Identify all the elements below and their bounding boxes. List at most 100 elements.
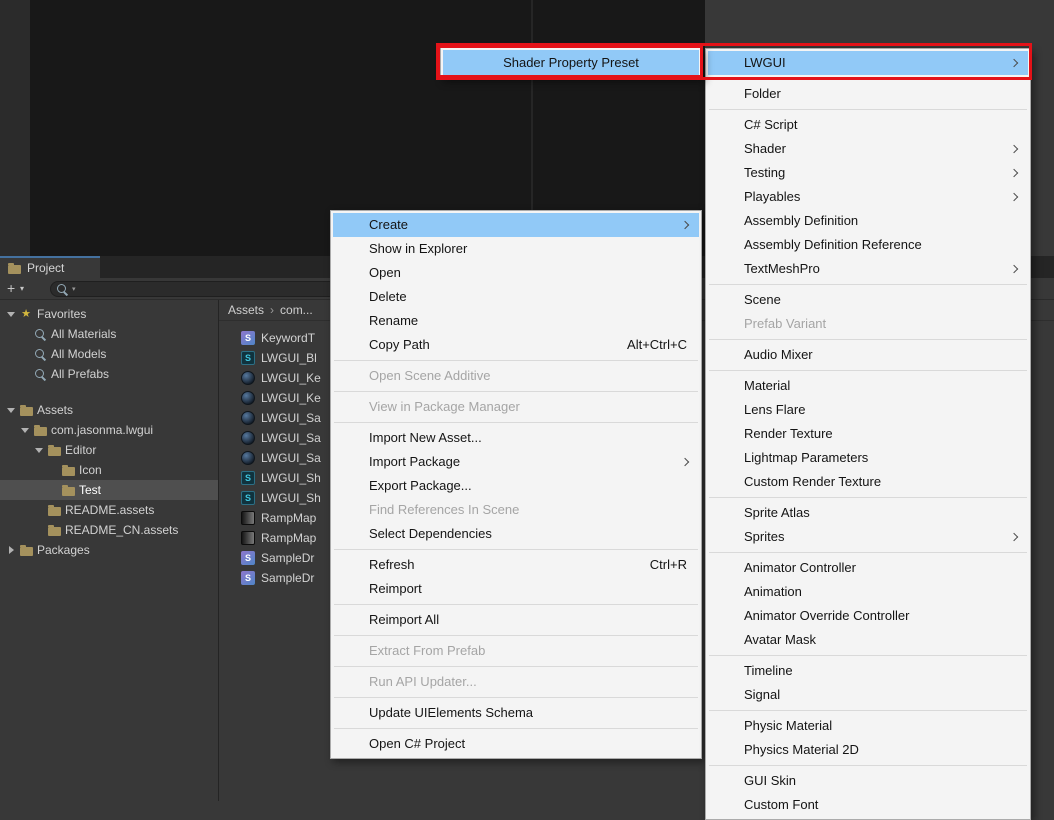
tree-item-all-prefabs[interactable]: All Prefabs <box>0 364 218 384</box>
breadcrumb-arrow-icon: › <box>270 303 274 317</box>
expander-icon[interactable] <box>18 428 32 433</box>
breadcrumb-root[interactable]: Assets <box>228 303 264 317</box>
material-asset-icon <box>241 411 255 425</box>
menu-item-animator-override-controller[interactable]: Animator Override Controller <box>708 604 1028 628</box>
file-item-label: LWGUI_Ke <box>261 391 321 405</box>
menu-item-playables[interactable]: Playables <box>708 185 1028 209</box>
tree-item-label: Favorites <box>37 307 86 321</box>
menu-item-update-uielements-schema[interactable]: Update UIElements Schema <box>333 701 699 725</box>
tree-item-all-materials[interactable]: All Materials <box>0 324 218 344</box>
menu-item-physic-material[interactable]: Physic Material <box>708 714 1028 738</box>
menu-separator <box>334 635 698 636</box>
menu-item-import-new-asset[interactable]: Import New Asset... <box>333 426 699 450</box>
shader-asset-icon: S <box>241 491 255 505</box>
menu-item-copy-path[interactable]: Copy PathAlt+Ctrl+C <box>333 333 699 357</box>
menu-item-lwgui[interactable]: LWGUI <box>708 51 1028 75</box>
menu-item-create[interactable]: Create <box>333 213 699 237</box>
menu-item-shader-property-preset[interactable]: Shader Property Preset <box>443 50 699 76</box>
menu-item-export-package[interactable]: Export Package... <box>333 474 699 498</box>
menu-item-refresh[interactable]: RefreshCtrl+R <box>333 553 699 577</box>
expander-icon[interactable] <box>32 448 46 453</box>
create-asset-button[interactable]: + <box>7 280 15 296</box>
star-icon: ★ <box>18 309 34 320</box>
menu-item-avatar-mask[interactable]: Avatar Mask <box>708 628 1028 652</box>
tree-item-com-jasonma-lwgui[interactable]: com.jasonma.lwgui <box>0 420 218 440</box>
menu-item-label: Prefab Variant <box>744 316 826 331</box>
expander-icon[interactable] <box>4 546 18 554</box>
menu-item-open-c-project[interactable]: Open C# Project <box>333 732 699 756</box>
tree-item-all-models[interactable]: All Models <box>0 344 218 364</box>
tree-item-test[interactable]: Test <box>0 480 218 500</box>
folder-icon <box>32 425 48 436</box>
menu-item-label: View in Package Manager <box>369 399 520 414</box>
file-item-label: KeywordT <box>261 331 315 345</box>
search-icon <box>32 328 48 341</box>
menu-item-physics-material-2d[interactable]: Physics Material 2D <box>708 738 1028 762</box>
menu-item-delete[interactable]: Delete <box>333 285 699 309</box>
menu-item-render-texture[interactable]: Render Texture <box>708 422 1028 446</box>
menu-item-animator-controller[interactable]: Animator Controller <box>708 556 1028 580</box>
menu-item-select-dependencies[interactable]: Select Dependencies <box>333 522 699 546</box>
menu-item-c-script[interactable]: C# Script <box>708 113 1028 137</box>
star-icon: ★ <box>21 309 31 320</box>
menu-item-open[interactable]: Open <box>333 261 699 285</box>
menu-item-lens-flare[interactable]: Lens Flare <box>708 398 1028 422</box>
menu-item-signal[interactable]: Signal <box>708 683 1028 707</box>
menu-item-label: Import New Asset... <box>369 430 482 445</box>
menu-item-lightmap-parameters[interactable]: Lightmap Parameters <box>708 446 1028 470</box>
menu-item-label: Sprite Atlas <box>744 505 810 520</box>
menu-separator <box>709 655 1027 656</box>
tree-item-readme-cn-assets[interactable]: README_CN.assets <box>0 520 218 540</box>
menu-item-custom-render-texture[interactable]: Custom Render Texture <box>708 470 1028 494</box>
tree-item-readme-assets[interactable]: README.assets <box>0 500 218 520</box>
menu-item-run-api-updater: Run API Updater... <box>333 670 699 694</box>
file-item-label: RampMap <box>261 531 316 545</box>
menu-item-assembly-definition[interactable]: Assembly Definition <box>708 209 1028 233</box>
menu-item-find-references-in-scene: Find References In Scene <box>333 498 699 522</box>
menu-item-textmeshpro[interactable]: TextMeshPro <box>708 257 1028 281</box>
submenu-arrow-icon <box>1010 169 1018 177</box>
tree-item-favorites[interactable]: ★ Favorites <box>0 304 218 324</box>
project-tree: ★ Favorites All MaterialsAll ModelsAll Pre… <box>0 300 218 801</box>
tree-item-editor[interactable]: Editor <box>0 440 218 460</box>
create-asset-caret-icon[interactable]: ▾ <box>20 284 24 293</box>
menu-item-reimport[interactable]: Reimport <box>333 577 699 601</box>
tree-item-assets[interactable]: Assets <box>0 400 218 420</box>
menu-item-import-package[interactable]: Import Package <box>333 450 699 474</box>
menu-item-testing[interactable]: Testing <box>708 161 1028 185</box>
menu-item-custom-font[interactable]: Custom Font <box>708 793 1028 817</box>
tab-label: Project <box>27 261 64 275</box>
menu-item-scene[interactable]: Scene <box>708 288 1028 312</box>
menu-item-timeline[interactable]: Timeline <box>708 659 1028 683</box>
menu-item-shader[interactable]: Shader <box>708 137 1028 161</box>
menu-item-sprites[interactable]: Sprites <box>708 525 1028 549</box>
menu-item-audio-mixer[interactable]: Audio Mixer <box>708 343 1028 367</box>
menu-item-label: Signal <box>744 687 780 702</box>
file-item-label: LWGUI_Bl <box>261 351 317 365</box>
menu-item-material[interactable]: Material <box>708 374 1028 398</box>
menu-item-animation[interactable]: Animation <box>708 580 1028 604</box>
menu-item-open-scene-additive: Open Scene Additive <box>333 364 699 388</box>
folder-icon <box>18 405 34 416</box>
menu-item-gui-skin[interactable]: GUI Skin <box>708 769 1028 793</box>
menu-item-show-in-explorer[interactable]: Show in Explorer <box>333 237 699 261</box>
search-filter-caret-icon[interactable]: ▾ <box>72 285 76 293</box>
tree-item-label: com.jasonma.lwgui <box>51 423 153 437</box>
menu-item-label: Reimport <box>369 581 422 596</box>
menu-item-label: Import Package <box>369 454 460 469</box>
menu-item-assembly-definition-reference[interactable]: Assembly Definition Reference <box>708 233 1028 257</box>
folder-icon <box>46 525 62 536</box>
menu-item-folder[interactable]: Folder <box>708 82 1028 106</box>
expander-icon[interactable] <box>4 408 18 413</box>
breadcrumb-current[interactable]: com... <box>280 303 313 317</box>
expander-icon[interactable] <box>4 312 18 317</box>
menu-separator <box>334 697 698 698</box>
menu-item-sprite-atlas[interactable]: Sprite Atlas <box>708 501 1028 525</box>
tree-item-icon[interactable]: Icon <box>0 460 218 480</box>
tab-project[interactable]: Project <box>0 256 100 278</box>
menu-item-rename[interactable]: Rename <box>333 309 699 333</box>
triangle-open-icon <box>7 408 15 413</box>
menu-item-reimport-all[interactable]: Reimport All <box>333 608 699 632</box>
menu-item-label: Animation <box>744 584 802 599</box>
tree-item-packages[interactable]: Packages <box>0 540 218 560</box>
